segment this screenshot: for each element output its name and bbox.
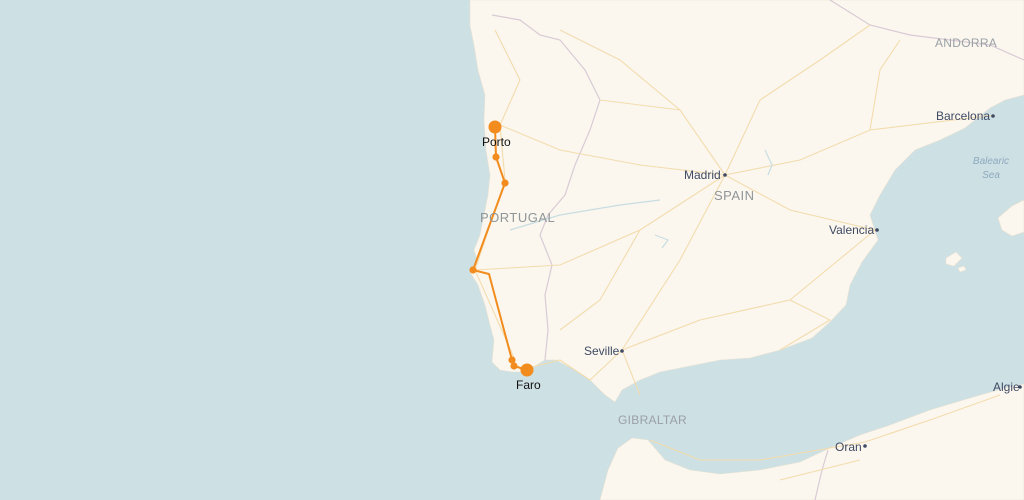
label-algiers: Algie bbox=[993, 380, 1020, 394]
madrid-dot bbox=[723, 173, 727, 177]
barcelona-dot bbox=[991, 114, 995, 118]
route-stop[interactable] bbox=[510, 362, 518, 370]
map-canvas: ANDORRA Barcelona Balearic Sea Madrid SP… bbox=[0, 0, 1024, 500]
route-stop[interactable] bbox=[469, 266, 477, 274]
label-madrid: Madrid bbox=[684, 168, 721, 182]
label-andorra: ANDORRA bbox=[935, 36, 997, 50]
oran-dot bbox=[863, 444, 867, 448]
valencia-dot bbox=[875, 228, 879, 232]
label-valencia: Valencia bbox=[829, 223, 874, 237]
label-barcelona: Barcelona bbox=[936, 109, 990, 123]
label-balearic-sea-2: Sea bbox=[982, 170, 1000, 181]
route-origin-marker[interactable] bbox=[488, 120, 502, 134]
label-route-origin: Porto bbox=[482, 135, 511, 149]
label-portugal: PORTUGAL bbox=[480, 210, 555, 225]
label-route-destination: Faro bbox=[516, 378, 541, 392]
label-balearic-sea-1: Balearic bbox=[973, 156, 1009, 167]
route-stop[interactable] bbox=[501, 179, 509, 187]
label-spain: SPAIN bbox=[714, 188, 755, 203]
label-seville: Seville bbox=[584, 344, 620, 358]
label-oran: Oran bbox=[835, 440, 862, 454]
map[interactable]: ANDORRA Barcelona Balearic Sea Madrid SP… bbox=[0, 0, 1024, 500]
route-stop[interactable] bbox=[492, 153, 500, 161]
label-gibraltar: GIBRALTAR bbox=[618, 413, 687, 427]
seville-dot bbox=[620, 349, 624, 353]
route-destination-marker[interactable] bbox=[520, 363, 534, 377]
